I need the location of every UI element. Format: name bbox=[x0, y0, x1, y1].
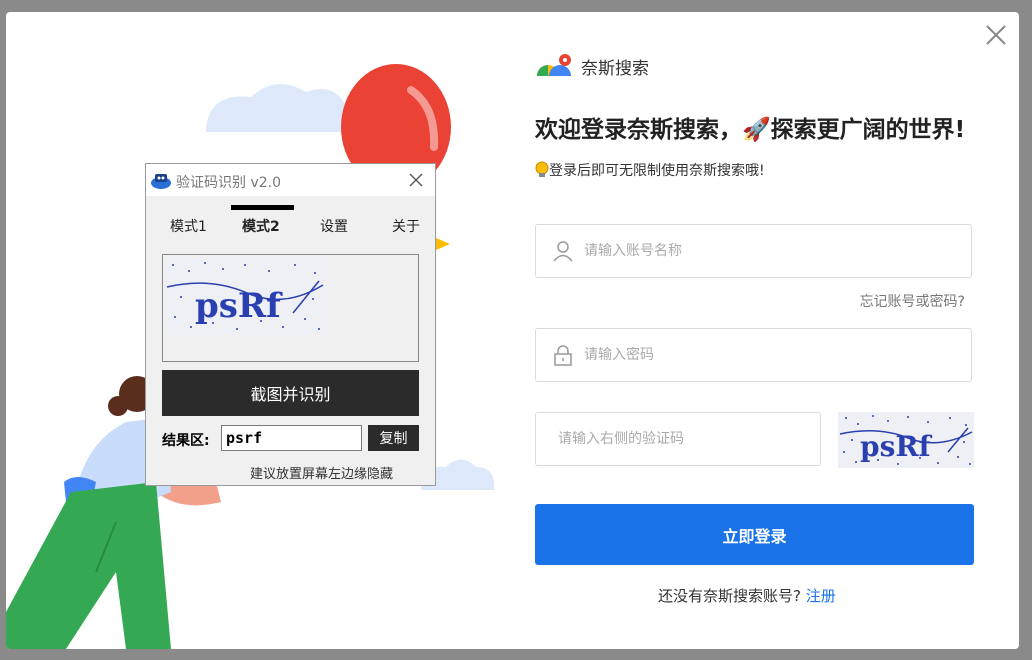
password-field[interactable] bbox=[535, 328, 972, 382]
result-label: 结果区: bbox=[162, 433, 210, 449]
nice-search-logo-icon bbox=[537, 54, 571, 76]
captcha-text: psRf bbox=[860, 430, 933, 463]
captcha-input[interactable] bbox=[556, 430, 820, 448]
forgot-password-link[interactable]: 忘记账号或密码? bbox=[860, 291, 965, 311]
login-button[interactable]: 立即登录 bbox=[535, 504, 974, 565]
tool-titlebar[interactable]: 验证码识别 v2.0 bbox=[146, 164, 435, 196]
tab-mode-1[interactable]: 模式1 bbox=[170, 216, 207, 236]
close-modal-button[interactable] bbox=[983, 22, 1009, 48]
tab-about[interactable]: 关于 bbox=[392, 216, 420, 236]
subtitle: 登录后即可无限制使用奈斯搜索哦! bbox=[535, 160, 765, 180]
tool-preview-area: psRf bbox=[162, 254, 419, 362]
tool-close-icon[interactable] bbox=[409, 173, 423, 187]
brand-name: 奈斯搜索 bbox=[581, 58, 649, 79]
captcha-tool-window: 验证码识别 v2.0 模式1 模式2 设置 关于 psRf 截图并识别 结果区:… bbox=[145, 163, 436, 486]
subtitle-text: 登录后即可无限制使用奈斯搜索哦! bbox=[549, 163, 765, 179]
brand: 奈斯搜索 bbox=[535, 52, 649, 80]
result-input[interactable] bbox=[221, 425, 362, 451]
username-input[interactable] bbox=[582, 242, 971, 260]
captcha-image[interactable]: psRf bbox=[838, 412, 974, 468]
password-input[interactable] bbox=[582, 346, 971, 364]
close-icon bbox=[986, 25, 1006, 45]
capture-recognize-button[interactable]: 截图并识别 bbox=[162, 370, 419, 416]
tool-captcha-graphic: psRf bbox=[166, 262, 324, 330]
tool-hint: 建议放置屏幕左边缘隐藏 bbox=[250, 467, 394, 482]
copy-button[interactable]: 复制 bbox=[368, 425, 419, 451]
tab-settings[interactable]: 设置 bbox=[320, 216, 348, 236]
page-title: 欢迎登录奈斯搜索，🚀探索更广阔的世界! bbox=[535, 117, 966, 143]
captcha-field[interactable] bbox=[535, 412, 821, 466]
tab-mode-2[interactable]: 模式2 bbox=[242, 216, 280, 236]
user-icon bbox=[553, 241, 573, 262]
register-prompt-text: 还没有奈斯搜索账号? bbox=[658, 587, 801, 605]
tool-captcha-text: psRf bbox=[195, 286, 283, 326]
register-prompt: 还没有奈斯搜索账号? 注册 bbox=[658, 585, 836, 606]
tool-app-icon bbox=[151, 174, 171, 189]
username-field[interactable] bbox=[535, 224, 972, 278]
lightbulb-icon bbox=[535, 161, 549, 177]
captcha-graphic: psRf bbox=[839, 415, 973, 465]
lock-icon bbox=[554, 345, 572, 366]
tool-tabs: 模式1 模式2 设置 关于 bbox=[146, 204, 435, 236]
tool-preview-captcha: psRf bbox=[165, 257, 325, 335]
tool-title: 验证码识别 v2.0 bbox=[176, 175, 281, 191]
register-link[interactable]: 注册 bbox=[806, 587, 836, 605]
